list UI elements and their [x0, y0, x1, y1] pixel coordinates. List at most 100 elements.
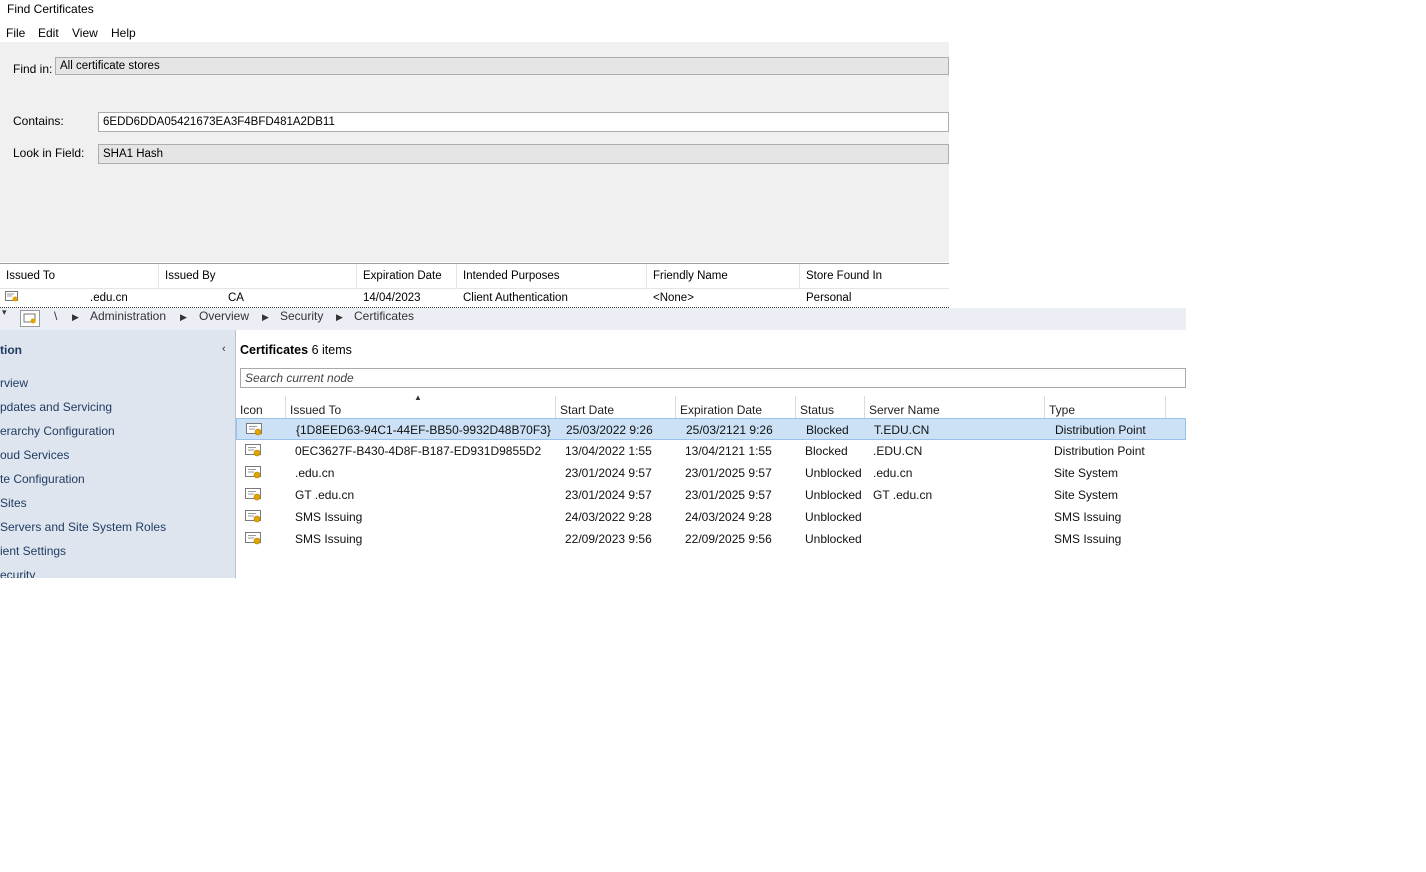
breadcrumb-security[interactable]: Security: [280, 309, 323, 323]
cell-issued-by: CA: [228, 289, 244, 307]
cell-issued-to: GT .edu.cn: [295, 484, 354, 506]
col-icon[interactable]: Icon: [236, 396, 286, 418]
menu-file[interactable]: File: [6, 26, 25, 40]
cell-issued-to: {1D8EED63-94C1-44EF-BB50-9932D48B70F3}: [296, 419, 551, 441]
menu-view[interactable]: View: [72, 26, 98, 40]
look-in-field-dropdown[interactable]: SHA1 Hash: [98, 144, 949, 164]
col-server-name[interactable]: Server Name: [865, 396, 1045, 418]
cell-store: Personal: [806, 289, 851, 307]
cell-type: Distribution Point: [1055, 419, 1146, 441]
results-header: Issued To Issued By Expiration Date Inte…: [0, 264, 949, 289]
nav-item-sites[interactable]: Sites: [0, 496, 27, 510]
table-row[interactable]: SMS Issuing 24/03/2022 9:28 24/03/2024 9:2…: [236, 506, 1186, 528]
certificate-icon: [245, 532, 261, 545]
menu-edit[interactable]: Edit: [38, 26, 59, 40]
cell-server-name: .edu.cn: [873, 462, 912, 484]
nav-item-updates-servicing[interactable]: pdates and Servicing: [0, 400, 112, 414]
node-title: Certificates: [240, 343, 308, 357]
breadcrumb-root[interactable]: \: [54, 309, 57, 323]
table-row[interactable]: .edu.cn23/01/2024 9:5723/01/2025 9:57Unb…: [236, 462, 1186, 484]
nav-item-cloud-services[interactable]: oud Services: [0, 448, 69, 462]
table-row[interactable]: {1D8EED63-94C1-44EF-BB50-9932D48B70F3} 25…: [236, 418, 1186, 440]
find-in-dropdown[interactable]: All certificate stores: [55, 57, 949, 75]
nav-item-security[interactable]: ecurity: [0, 568, 35, 578]
breadcrumb-separator-icon: ▶: [180, 312, 187, 323]
certificate-icon: [245, 488, 261, 501]
find-certificates-window: Find Certificates File Edit View Help Fi…: [0, 0, 949, 308]
menu-bar: File Edit View Help: [0, 26, 949, 42]
window-title: Find Certificates: [7, 2, 94, 16]
cell-type: Site System: [1054, 462, 1118, 484]
breadcrumb-administration[interactable]: Administration: [90, 309, 166, 323]
cell-expiration-date: 22/09/2025 9:56: [685, 528, 772, 550]
cell-type: SMS Issuing: [1054, 506, 1121, 528]
cell-issued-to: SMS Issuing: [295, 528, 362, 550]
find-results-list: Issued To Issued By Expiration Date Inte…: [0, 263, 949, 309]
table-row[interactable]: SMS Issuing 22/09/2023 9:56 22/09/2025 9:5…: [236, 528, 1186, 550]
contains-label: Contains:: [13, 114, 64, 128]
nav-item-servers-roles[interactable]: Servers and Site System Roles: [0, 520, 166, 534]
breadcrumb-certificates[interactable]: Certificates: [354, 309, 414, 323]
cell-status: Unblocked: [805, 462, 862, 484]
navigation-pane: tion ‹ rview pdates and Servicing erarch…: [0, 330, 236, 578]
certificate-icon: [246, 423, 262, 436]
breadcrumb-overview[interactable]: Overview: [199, 309, 249, 323]
certificate-icon: [5, 291, 19, 303]
table-row[interactable]: 0EC3627F-B430-4D8F-B187-ED931D9855D213/0…: [236, 440, 1186, 462]
breadcrumb: ▾ \ ▶ Administration ▶ Overview ▶ Securi…: [0, 308, 1186, 330]
nav-dropdown-icon[interactable]: ▾: [2, 308, 7, 318]
cell-expiration-date: 13/04/2121 1:55: [685, 440, 772, 462]
page-title: Certificates 6 items: [240, 343, 352, 357]
cell-expiration-date: 24/03/2024 9:28: [685, 506, 772, 528]
col-issued-to[interactable]: Issued To: [286, 396, 556, 418]
nav-item-hierarchy-configuration[interactable]: erarchy Configuration: [0, 424, 115, 438]
col-status[interactable]: Status: [796, 396, 865, 418]
find-in-label: Find in:: [13, 62, 52, 76]
col-issued-by[interactable]: Issued By: [159, 264, 357, 288]
table-row[interactable]: .edu.cn CA 14/04/2023 Client Authenticat…: [0, 289, 949, 308]
cell-status: Unblocked: [805, 528, 862, 550]
col-issued-to[interactable]: Issued To: [0, 264, 159, 288]
nav-pane-header: tion: [0, 343, 22, 357]
collapse-icon[interactable]: ‹: [222, 343, 226, 355]
cell-issued-to: .edu.cn: [295, 462, 334, 484]
cell-expiration-date: 25/03/2121 9:26: [686, 419, 773, 441]
nav-item-overview[interactable]: rview: [0, 376, 28, 390]
certificate-icon: [245, 510, 261, 523]
cell-purposes: Client Authentication: [463, 289, 568, 307]
nav-item-client-settings[interactable]: ient Settings: [0, 544, 66, 558]
col-start-date[interactable]: Start Date: [556, 396, 676, 418]
cell-status: Blocked: [806, 419, 849, 441]
menu-help[interactable]: Help: [111, 26, 136, 40]
cell-start-date: 22/09/2023 9:56: [565, 528, 652, 550]
cell-type: Site System: [1054, 484, 1118, 506]
configmgr-console: ▾ \ ▶ Administration ▶ Overview ▶ Securi…: [0, 308, 1186, 578]
cell-start-date: 24/03/2022 9:28: [565, 506, 652, 528]
cell-server-name: GT .edu.cn: [873, 484, 932, 506]
cell-issued-to: .edu.cn: [90, 289, 128, 307]
cell-start-date: 25/03/2022 9:26: [566, 419, 653, 441]
contains-input[interactable]: 6EDD6DDA05421673EA3F4BFD481A2DB11: [98, 112, 949, 132]
col-friendly-name[interactable]: Friendly Name: [647, 264, 800, 288]
search-input[interactable]: Search current node: [240, 368, 1186, 388]
certificate-icon: [245, 444, 261, 457]
cell-expiration-date: 23/01/2025 9:57: [685, 462, 772, 484]
col-type[interactable]: Type: [1045, 396, 1166, 418]
col-intended-purposes[interactable]: Intended Purposes: [457, 264, 647, 288]
cell-expiration-date: 23/01/2025 9:57: [685, 484, 772, 506]
breadcrumb-separator-icon: ▶: [336, 312, 343, 323]
nav-item-site-configuration[interactable]: te Configuration: [0, 472, 85, 486]
grid-header: Icon Issued To Start Date Expiration Dat…: [236, 396, 1186, 419]
console-home-icon[interactable]: [20, 310, 40, 327]
col-expiration-date[interactable]: Expiration Date: [357, 264, 457, 288]
cell-expiration: 14/04/2023: [363, 289, 421, 307]
certificate-icon: [245, 466, 261, 479]
cell-status: Blocked: [805, 440, 848, 462]
look-in-field-label: Look in Field:: [13, 146, 84, 160]
cell-status: Unblocked: [805, 506, 862, 528]
table-row[interactable]: GT .edu.cn23/01/2024 9:5723/01/2025 9:57…: [236, 484, 1186, 506]
col-store-found-in[interactable]: Store Found In: [800, 264, 949, 288]
find-options-panel: Find in: All certificate stores Contains…: [0, 42, 949, 262]
col-expiration-date[interactable]: Expiration Date: [676, 396, 796, 418]
content-pane: Certificates 6 items Search current node…: [236, 330, 1186, 578]
